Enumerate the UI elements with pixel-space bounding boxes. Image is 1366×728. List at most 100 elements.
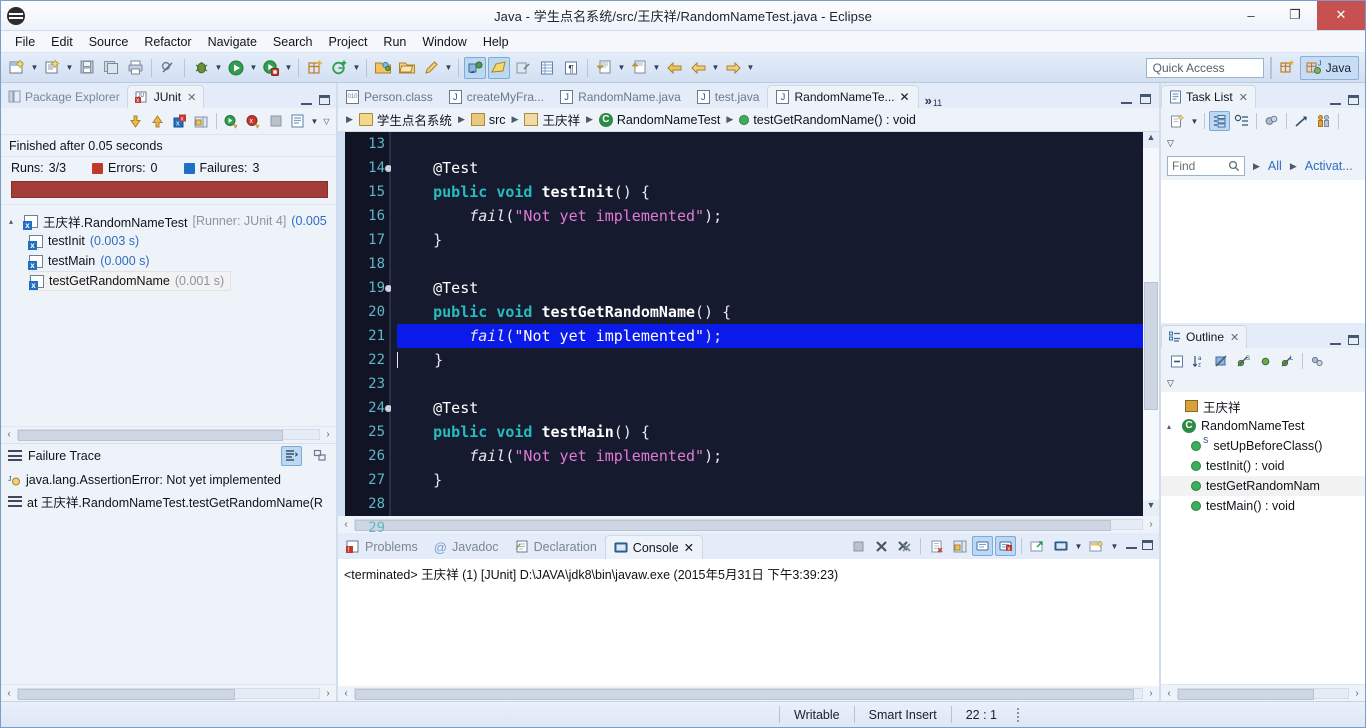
collapse-all-icon[interactable] <box>1167 351 1188 371</box>
sort-alphabetically-icon[interactable]: az <box>1189 351 1210 371</box>
open-type-icon[interactable] <box>372 57 394 79</box>
menu-file[interactable]: File <box>7 33 43 51</box>
menu-edit[interactable]: Edit <box>43 33 81 51</box>
new-wizard-dropdown-icon[interactable]: ▼ <box>29 58 40 78</box>
menu-search[interactable]: Search <box>265 33 321 51</box>
pin-console-icon[interactable] <box>1027 536 1048 556</box>
test-case-row[interactable]: testInit (0.003 s) <box>1 231 336 251</box>
code-line[interactable] <box>397 132 1143 156</box>
menu-window[interactable]: Window <box>414 33 474 51</box>
open-console-icon[interactable] <box>1086 536 1107 556</box>
remove-all-terminated-icon[interactable] <box>894 536 915 556</box>
task-list-body[interactable] <box>1161 180 1365 323</box>
hscroll-thumb[interactable] <box>355 689 1135 700</box>
display-selected-console-icon[interactable] <box>1050 536 1071 556</box>
tab-junit[interactable]: JU x JUnit ✕ <box>126 85 205 108</box>
tab-package-explorer[interactable]: Package Explorer <box>1 85 127 108</box>
failure-trace-row[interactable]: J java.lang.AssertionError: Not yet impl… <box>1 470 336 491</box>
new-java-project-icon[interactable] <box>304 57 326 79</box>
forward-icon[interactable] <box>722 57 744 79</box>
new-task-dropdown-icon[interactable]: ▼ <box>1189 111 1200 131</box>
skip-all-breakpoints-icon[interactable] <box>512 57 534 79</box>
annotation-dropdown-icon[interactable]: ▼ <box>443 58 454 78</box>
rerun-test-icon[interactable] <box>221 111 242 131</box>
tab-javadoc[interactable]: @ Javadoc <box>426 535 507 559</box>
filter-all-link[interactable]: All <box>1268 159 1282 173</box>
scroll-down-icon[interactable]: ▼ <box>1143 500 1159 516</box>
twisty-icon[interactable]: ▴ <box>1167 422 1177 431</box>
previous-failure-icon[interactable] <box>147 111 168 131</box>
minimize-view-icon[interactable] <box>1330 336 1341 345</box>
maximize-editor-icon[interactable] <box>1140 94 1151 104</box>
code-vscrollbar[interactable]: ▲ ▼ <box>1143 132 1159 516</box>
minimize-view-icon[interactable] <box>301 96 312 105</box>
show-failures-only-icon[interactable]: xx <box>169 111 190 131</box>
view-menu-icon[interactable]: ▼ <box>309 111 320 131</box>
compare-result-icon[interactable] <box>281 445 302 466</box>
hide-nonpublic-icon[interactable] <box>1255 351 1276 371</box>
menu-navigate[interactable]: Navigate <box>200 33 265 51</box>
filter-activate-link[interactable]: Activat... <box>1305 159 1353 173</box>
scroll-right-icon[interactable]: › <box>320 688 336 699</box>
save-icon[interactable] <box>76 57 98 79</box>
outline-view-menu[interactable]: ▽ <box>1161 374 1365 392</box>
menu-source[interactable]: Source <box>81 33 137 51</box>
back-icon[interactable] <box>687 57 709 79</box>
outline-item-method-testinit[interactable]: testInit() : void <box>1161 456 1365 476</box>
outline-item-class[interactable]: ▴ C RandomNameTest <box>1161 416 1365 436</box>
view-minimize-icon[interactable]: ▽ <box>321 111 332 131</box>
annotation-icon[interactable] <box>420 57 442 79</box>
outline-item-method-testgetrandomname[interactable]: testGetRandomNam <box>1161 476 1365 496</box>
clear-trace-icon[interactable] <box>309 446 330 466</box>
show-console-on-error-icon[interactable]: x <box>995 536 1016 556</box>
vscroll-thumb[interactable] <box>1144 282 1158 410</box>
console-output[interactable]: <terminated> 王庆祥 (1) [JUnit] D:\JAVA\jdk… <box>338 559 1159 686</box>
stop-icon[interactable] <box>265 111 286 131</box>
code-text[interactable]: @Test public void testInit() { fail("Not… <box>391 132 1143 516</box>
task-list-view-menu[interactable]: ▽ <box>1161 134 1365 152</box>
debug-dropdown-icon[interactable]: ▼ <box>213 58 224 78</box>
menu-project[interactable]: Project <box>321 33 376 51</box>
maximize-console-icon[interactable] <box>1142 540 1153 550</box>
scroll-up-icon[interactable]: ▲ <box>1143 132 1159 148</box>
code-line[interactable]: } <box>397 228 1143 252</box>
hscroll-track[interactable] <box>354 519 1143 531</box>
test-case-row[interactable]: testMain (0.000 s) <box>1 251 336 271</box>
toggle-breakpoint-icon[interactable] <box>157 57 179 79</box>
open-console-dropdown-icon[interactable]: ▼ <box>1109 536 1120 556</box>
maximize-view-icon[interactable] <box>1348 335 1359 345</box>
editor-tab-createmyframe[interactable]: J createMyFra... <box>441 85 552 108</box>
back-dropdown-icon[interactable]: ▼ <box>710 58 721 78</box>
debug-icon[interactable] <box>190 57 212 79</box>
new-class-dropdown-icon[interactable]: ▼ <box>351 58 362 78</box>
minimize-editor-icon[interactable] <box>1121 95 1132 104</box>
hide-local-types-icon[interactable]: L <box>1277 351 1298 371</box>
code-line[interactable] <box>397 372 1143 396</box>
upload-icon[interactable] <box>628 57 650 79</box>
rerun-failed-tests-icon[interactable]: x <box>243 111 264 131</box>
hscroll-track[interactable] <box>17 687 320 700</box>
new-class-icon[interactable] <box>328 57 350 79</box>
link-with-editor-icon[interactable] <box>1307 351 1328 371</box>
failure-trace-row[interactable]: at 王庆祥.RandomNameTest.testGetRandomName(… <box>1 491 336 512</box>
run-last-tool-icon[interactable] <box>260 57 282 79</box>
run-dropdown-icon[interactable]: ▼ <box>248 58 259 78</box>
close-icon[interactable]: ✕ <box>1239 91 1248 104</box>
scheduled-presentation-icon[interactable] <box>1231 111 1252 131</box>
maximize-view-icon[interactable] <box>1348 95 1359 105</box>
code-line[interactable]: } <box>397 468 1143 492</box>
tab-outline[interactable]: Outline ✕ <box>1161 325 1248 348</box>
test-run-history-icon[interactable] <box>287 111 308 131</box>
new-wizard-icon[interactable] <box>6 57 28 79</box>
paragraph-mark-icon[interactable]: ¶ <box>560 57 582 79</box>
download-dropdown-icon[interactable]: ▼ <box>616 58 627 78</box>
tab-declaration[interactable]: Declaration <box>507 535 605 559</box>
close-icon[interactable]: ✕ <box>1230 331 1239 344</box>
code-line[interactable] <box>397 252 1143 276</box>
open-resource-icon[interactable] <box>396 57 418 79</box>
editor-tab-randomname[interactable]: J RandomName.java <box>552 85 689 108</box>
task-find-input[interactable]: Find <box>1167 156 1245 176</box>
code-line[interactable]: fail("Not yet implemented"); <box>397 444 1143 468</box>
code-line[interactable]: @Test <box>397 396 1143 420</box>
scroll-lock-icon[interactable] <box>949 536 970 556</box>
